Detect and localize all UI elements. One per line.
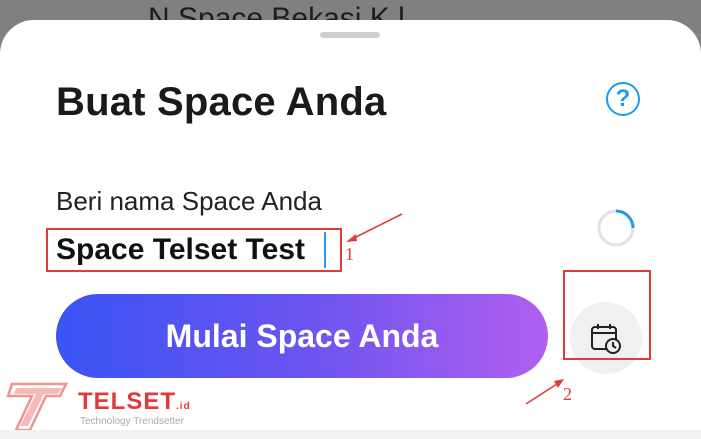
watermark-brand: TELSET.id [78,388,191,415]
space-name-label: Beri nama Space Anda [56,186,322,216]
bottom-strip [0,430,701,439]
drag-handle[interactable] [320,32,380,38]
watermark-tagline: Technology Trendsetter [80,416,184,427]
annotation-marker-2: 2 [563,384,572,404]
text-caret [324,232,326,268]
annotation-box-schedule [563,270,651,360]
annotation-marker-1: 1 [345,244,354,264]
space-name-input[interactable]: Space Telset Test [46,228,342,272]
spinner-icon [597,209,635,247]
telset-watermark: TELSET.id Technology Trendsetter [6,374,206,434]
telset-logo-icon [6,382,69,432]
question-circle-icon[interactable]: ? [606,82,640,116]
start-space-button[interactable]: Mulai Space Anda [56,294,548,378]
space-name-value: Space Telset Test [56,233,305,266]
sheet-title: Buat Space Anda [56,80,387,124]
